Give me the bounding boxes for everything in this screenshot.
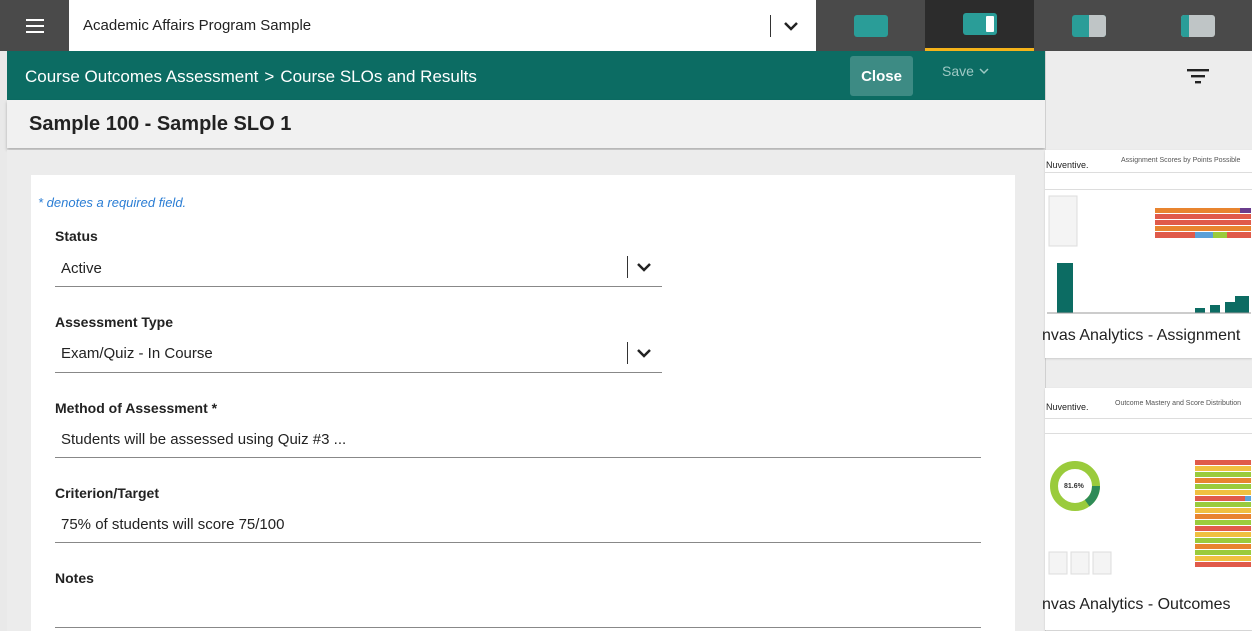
criterion-field[interactable]: 75% of students will score 75/100 [61, 516, 284, 533]
dashboard-card-outcomes[interactable]: Nuventive. Outcome Mastery and Score Dis… [1042, 388, 1252, 630]
status-underline [55, 286, 662, 287]
chevron-down-icon [979, 68, 989, 75]
page-title: Sample 100 - Sample SLO 1 [29, 113, 292, 135]
save-button[interactable]: Save [942, 63, 989, 79]
card-thumb-title: Assignment Scores by Points Possible [1121, 157, 1241, 164]
breadcrumb-parent[interactable]: Course Outcomes Assessment [25, 67, 258, 86]
full-panel-layout-button[interactable] [816, 0, 925, 51]
half-split-layout-button[interactable] [1034, 0, 1143, 51]
breadcrumb: Course Outcomes Assessment > Course SLOs a… [25, 67, 477, 87]
breadcrumb-current: Course SLOs and Results [280, 67, 477, 86]
chevron-down-icon[interactable] [634, 345, 654, 361]
card-thumb-title: Outcome Mastery and Score Distribution [1115, 400, 1242, 407]
close-button[interactable]: Close [850, 56, 913, 96]
modal-header: Course Outcomes Assessment > Course SLOs a… [7, 51, 1045, 100]
required-field-note: * denotes a required field. [38, 195, 187, 210]
thumbnail-chart [1048, 460, 1251, 575]
half-split-layout-icon [1071, 14, 1106, 37]
chevron-down-icon[interactable] [634, 259, 654, 275]
program-selector[interactable]: Academic Affairs Program Sample [69, 0, 816, 51]
filter-icon[interactable] [1185, 66, 1211, 86]
assessment-type-select[interactable]: Exam/Quiz - In Course [61, 345, 213, 362]
method-field[interactable]: Students will be assessed using Quiz #3 … [61, 431, 346, 448]
full-panel-layout-icon [853, 14, 888, 37]
selector-divider [770, 15, 771, 37]
select-divider [627, 342, 628, 364]
card-thumbnail: Nuventive. Outcome Mastery and Score Dis… [1045, 388, 1252, 584]
dashboard-card-assignments[interactable]: Nuventive. Assignment Scores by Points P… [1042, 150, 1252, 358]
wide-split-layout-button[interactable] [925, 0, 1034, 51]
method-underline [55, 457, 981, 458]
criterion-underline [55, 542, 981, 543]
narrow-split-layout-icon [1180, 14, 1215, 37]
donut-label: 81.6% [1064, 483, 1084, 490]
notes-label: Notes [55, 570, 94, 586]
assessment-type-label: Assessment Type [55, 314, 174, 330]
notes-underline [55, 627, 981, 628]
wide-split-layout-icon [962, 13, 997, 35]
card-thumbnail: Nuventive. Assignment Scores by Points P… [1045, 150, 1252, 316]
status-select[interactable]: Active [61, 260, 102, 277]
card-title: nvas Analytics - Assignment [1042, 327, 1241, 344]
narrow-split-layout-button[interactable] [1143, 0, 1252, 51]
method-label: Method of Assessment * [55, 400, 218, 416]
card-title: nvas Analytics - Outcomes [1042, 596, 1231, 613]
top-bar: Academic Affairs Program Sample [0, 0, 1252, 51]
card-brand: Nuventive. [1046, 402, 1089, 412]
card-brand: Nuventive. [1046, 160, 1089, 170]
breadcrumb-separator: > [264, 67, 275, 86]
thumbnail-chart [1047, 195, 1251, 314]
menu-button[interactable] [0, 0, 69, 51]
status-label: Status [55, 228, 98, 244]
select-divider [627, 256, 628, 278]
chevron-down-icon[interactable] [780, 17, 802, 35]
save-label: Save [942, 63, 974, 79]
layout-switcher [816, 0, 1252, 51]
hamburger-icon [25, 18, 44, 33]
criterion-label: Criterion/Target [55, 485, 159, 501]
assessment-type-underline [55, 372, 662, 373]
program-name: Academic Affairs Program Sample [83, 17, 312, 34]
page-title-bar: Sample 100 - Sample SLO 1 [7, 100, 1045, 148]
